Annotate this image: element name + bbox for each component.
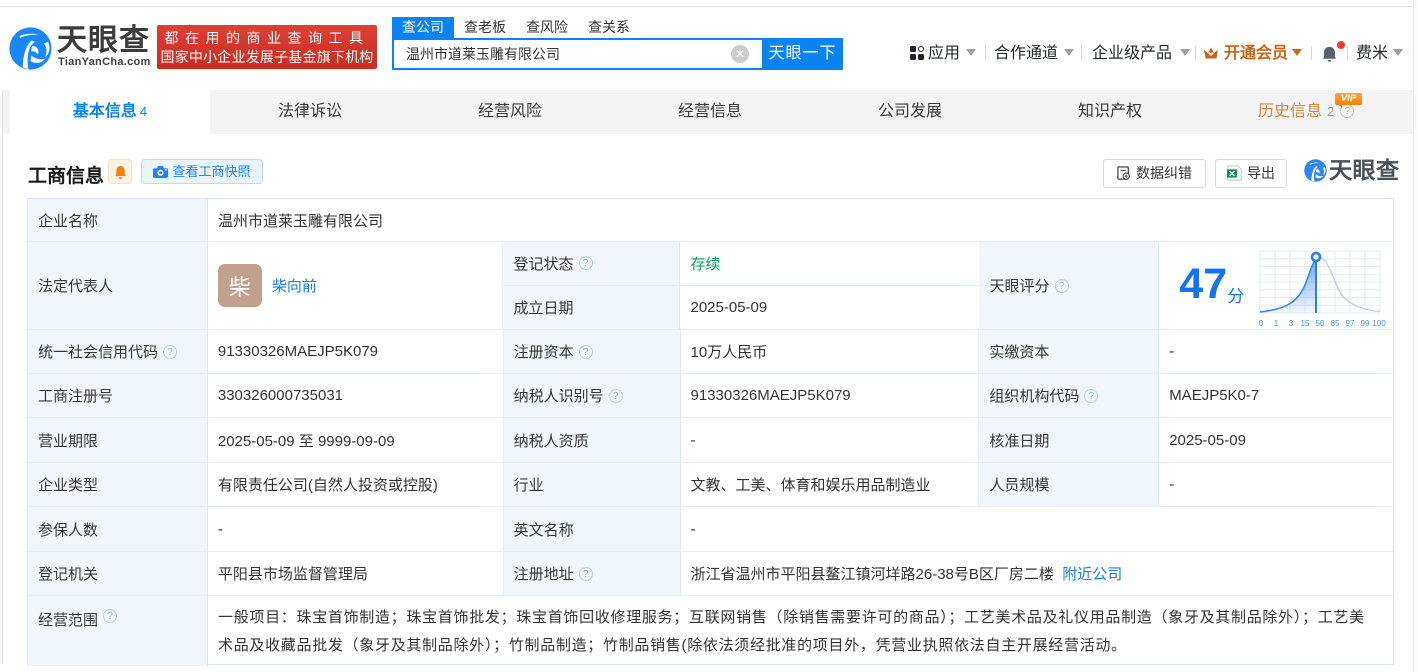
svg-text:99: 99 <box>1361 319 1370 328</box>
svg-text:0: 0 <box>1259 319 1264 328</box>
svg-text:85: 85 <box>1331 319 1340 328</box>
svg-text:1: 1 <box>1274 319 1279 328</box>
svg-text:50: 50 <box>1316 319 1325 328</box>
svg-text:100: 100 <box>1373 319 1387 328</box>
svg-text:15: 15 <box>1301 319 1310 328</box>
svg-text:3: 3 <box>1289 319 1294 328</box>
svg-text:97: 97 <box>1346 319 1355 328</box>
